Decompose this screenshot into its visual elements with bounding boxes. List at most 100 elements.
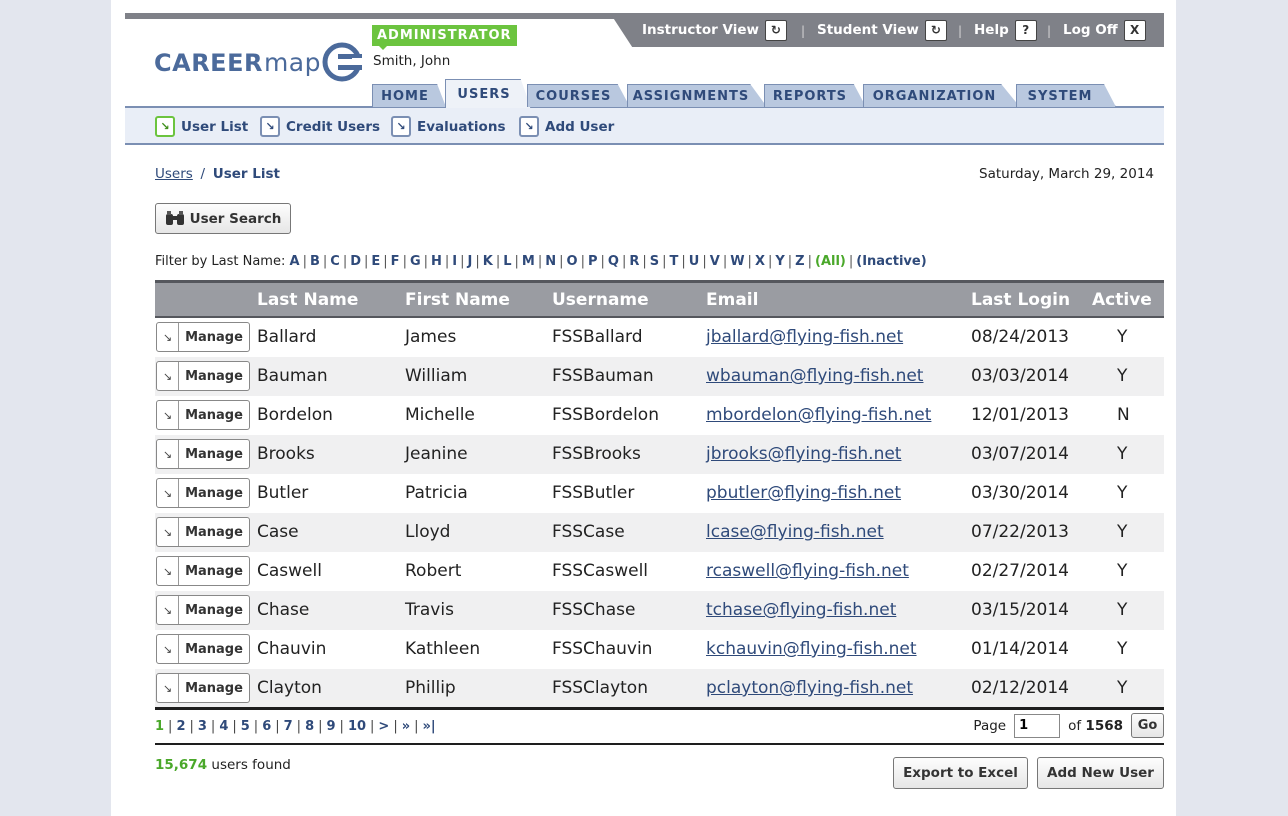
instructor-view-link[interactable]: Instructor View ↻ [642, 18, 787, 42]
filter-letter-r[interactable]: R [629, 254, 639, 269]
pager-link[interactable]: 4 [219, 719, 228, 734]
filter-letter-s[interactable]: S [650, 254, 659, 269]
cell-email[interactable]: mbordelon@flying-fish.net [706, 405, 931, 425]
filter-letter-o[interactable]: O [567, 254, 578, 269]
manage-button[interactable]: ↘ Manage [156, 556, 250, 586]
pager-link[interactable]: 8 [305, 719, 314, 734]
breadcrumb-current: User List [212, 166, 281, 182]
manage-button[interactable]: ↘ Manage [156, 478, 250, 508]
cell-email[interactable]: jbrooks@flying-fish.net [706, 444, 901, 464]
pager-link[interactable]: 3 [198, 719, 207, 734]
user-search-button[interactable]: User Search [155, 203, 291, 234]
log-off-label: Log Off [1063, 22, 1118, 38]
manage-button[interactable]: ↘ Manage [156, 322, 250, 352]
manage-label: Manage [185, 368, 243, 384]
pager-link[interactable]: » [402, 719, 410, 734]
pager-link[interactable]: 2 [176, 719, 185, 734]
tab-courses[interactable]: COURSES [527, 84, 630, 107]
manage-button[interactable]: ↘ Manage [156, 361, 250, 391]
page-number-input[interactable] [1014, 713, 1061, 738]
filter-letter-p[interactable]: P [588, 254, 598, 269]
cell-last-name: Caswell [257, 561, 322, 581]
table-row: ↘ Manage Chase Travis FSSChase tchase@flying-… [155, 591, 1164, 630]
tab-users[interactable]: USERS [445, 79, 531, 108]
cell-email[interactable]: wbauman@flying-fish.net [706, 366, 923, 386]
filter-letter-l[interactable]: L [503, 254, 511, 269]
filter-letter-q[interactable]: Q [608, 254, 619, 269]
manage-button[interactable]: ↘ Manage [156, 634, 250, 664]
subnav-credit-users[interactable]: ↘ Credit Users [260, 116, 380, 137]
tab-organization[interactable]: ORGANIZATION [863, 84, 1020, 107]
cell-first-name: Kathleen [405, 639, 481, 659]
filter-letter-d[interactable]: D [350, 254, 361, 269]
tab-home[interactable]: HOME [372, 84, 446, 107]
filter-letter-y[interactable]: Y [775, 254, 784, 269]
filter-all[interactable]: (All) [815, 254, 846, 269]
filter-letter-m[interactable]: M [522, 254, 535, 269]
filter-letter-k[interactable]: K [483, 254, 493, 269]
user-search-label: User Search [189, 210, 282, 227]
filter-letter-f[interactable]: F [391, 254, 400, 269]
filter-inactive[interactable]: (Inactive) [856, 254, 926, 269]
cell-email[interactable]: pbutler@flying-fish.net [706, 483, 901, 503]
col-email[interactable]: Email [706, 290, 758, 310]
tab-assignments[interactable]: ASSIGNMENTS [627, 84, 767, 107]
cell-email[interactable]: jballard@flying-fish.net [706, 327, 903, 347]
tab-reports[interactable]: REPORTS [764, 84, 866, 107]
careermap-logo[interactable]: CAREER map [154, 42, 362, 82]
log-off-link[interactable]: Log Off X [1063, 18, 1146, 42]
go-button[interactable]: Go [1131, 713, 1164, 738]
pager-link[interactable]: »| [423, 719, 436, 734]
pager-link[interactable]: > [378, 719, 389, 734]
cell-email[interactable]: kchauvin@flying-fish.net [706, 639, 917, 659]
filter-letter-t[interactable]: T [670, 254, 679, 269]
subnav-user-list[interactable]: ↘ User List [155, 116, 248, 137]
filter-letter-i[interactable]: I [452, 254, 457, 269]
filter-letter-c[interactable]: C [330, 254, 340, 269]
filter-letter-x[interactable]: X [755, 254, 765, 269]
subnav-evaluations[interactable]: ↘ Evaluations [391, 116, 505, 137]
col-last-login[interactable]: Last Login [971, 290, 1070, 310]
manage-button[interactable]: ↘ Manage [156, 517, 250, 547]
breadcrumb-users-link[interactable]: Users [155, 166, 193, 182]
pager-link[interactable]: 10 [348, 719, 366, 734]
pager-link[interactable]: 5 [241, 719, 250, 734]
cell-email[interactable]: rcaswell@flying-fish.net [706, 561, 909, 581]
add-new-user-button[interactable]: Add New User [1037, 757, 1164, 789]
filter-letter-g[interactable]: G [410, 254, 421, 269]
student-view-link[interactable]: Student View ↻ [817, 18, 947, 42]
col-first-name[interactable]: First Name [405, 290, 510, 310]
pager-separator: | [318, 719, 323, 734]
manage-button[interactable]: ↘ Manage [156, 595, 250, 625]
filter-letter-h[interactable]: H [431, 254, 442, 269]
filter-letter-a[interactable]: A [290, 254, 300, 269]
manage-button[interactable]: ↘ Manage [156, 439, 250, 469]
filter-letter-n[interactable]: N [545, 254, 556, 269]
filter-letter-v[interactable]: V [710, 254, 720, 269]
filter-letter-z[interactable]: Z [795, 254, 804, 269]
col-active[interactable]: Active [1092, 290, 1152, 310]
manage-button[interactable]: ↘ Manage [156, 400, 250, 430]
cell-email[interactable]: pclayton@flying-fish.net [706, 678, 913, 698]
help-link[interactable]: Help ? [974, 18, 1037, 42]
cell-first-name: Lloyd [405, 522, 451, 542]
pager-link[interactable]: 9 [327, 719, 336, 734]
pager-link[interactable]: 7 [284, 719, 293, 734]
cell-email[interactable]: lcase@flying-fish.net [706, 522, 884, 542]
filter-letter-b[interactable]: B [310, 254, 320, 269]
cell-email[interactable]: tchase@flying-fish.net [706, 600, 896, 620]
manage-button[interactable]: ↘ Manage [156, 673, 250, 703]
col-username[interactable]: Username [552, 290, 649, 310]
filter-letter-u[interactable]: U [689, 254, 700, 269]
pager-link[interactable]: 6 [262, 719, 271, 734]
pager-link[interactable]: 1 [155, 719, 164, 734]
export-to-excel-button[interactable]: Export to Excel [893, 757, 1028, 789]
cell-first-name: Michelle [405, 405, 475, 425]
filter-letter-w[interactable]: W [730, 254, 744, 269]
col-last-name[interactable]: Last Name [257, 290, 358, 310]
filter-letter-e[interactable]: E [371, 254, 380, 269]
filter-letter-j[interactable]: J [468, 254, 473, 269]
subnav-add-user[interactable]: ↘ Add User [519, 116, 614, 137]
cell-last-name: Brooks [257, 444, 315, 464]
tab-system[interactable]: SYSTEM [1016, 84, 1116, 107]
